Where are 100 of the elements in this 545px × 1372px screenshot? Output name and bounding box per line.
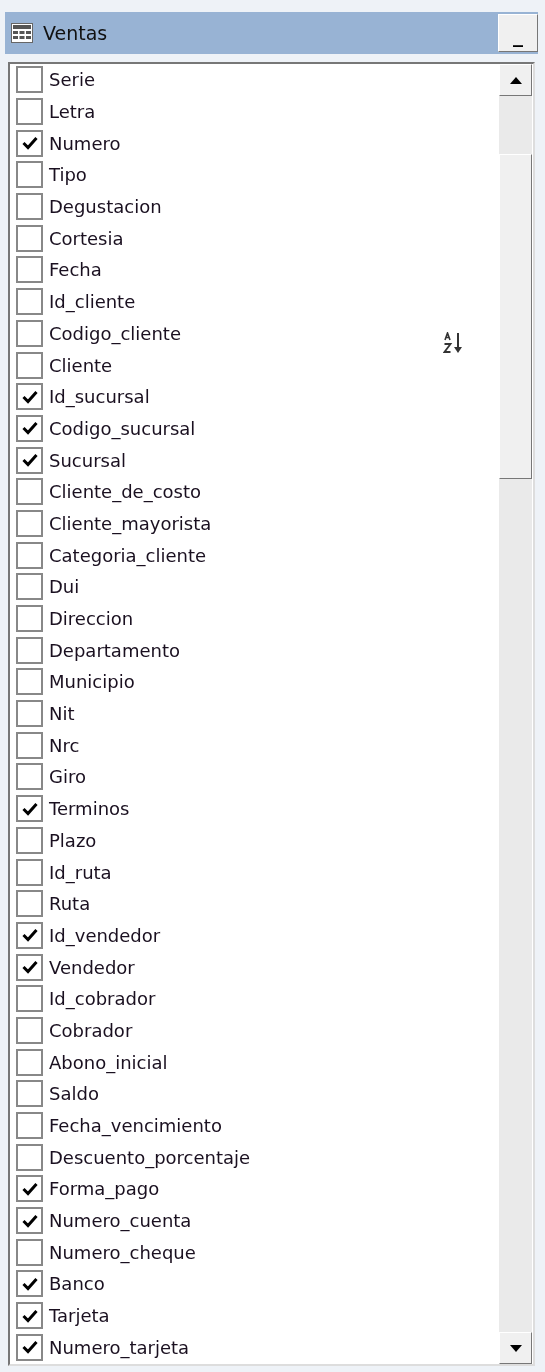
field-label: Numero_tarjeta bbox=[49, 1335, 190, 1361]
checkmark-icon bbox=[21, 136, 38, 151]
field-label: Fecha bbox=[49, 258, 102, 283]
field-label: Dui bbox=[49, 575, 80, 600]
checkbox[interactable] bbox=[16, 921, 43, 949]
checkbox[interactable] bbox=[16, 1333, 43, 1361]
field-label: Vendedor bbox=[49, 955, 135, 980]
scroll-down-button[interactable] bbox=[499, 1332, 532, 1364]
field-label: Tipo bbox=[49, 163, 87, 188]
field-label: Cliente_de_costo bbox=[49, 480, 202, 505]
field-label: Sucursal bbox=[49, 448, 126, 473]
field-label: Categoria_cliente bbox=[49, 543, 207, 569]
checkmark-icon bbox=[21, 421, 38, 436]
field-label: Id_ruta bbox=[49, 860, 112, 886]
checkbox[interactable] bbox=[16, 1080, 43, 1108]
down-arrow-icon bbox=[509, 1344, 522, 1352]
field-label: Id_cliente bbox=[49, 290, 136, 315]
checkmark-icon bbox=[21, 928, 38, 943]
checkbox[interactable] bbox=[16, 953, 43, 981]
checkmark-icon bbox=[21, 1213, 38, 1228]
checkbox[interactable] bbox=[16, 985, 43, 1013]
checkmark-icon bbox=[21, 1308, 38, 1323]
field-label: Nit bbox=[49, 702, 75, 727]
checkbox[interactable] bbox=[16, 826, 43, 854]
field-label: Nrc bbox=[49, 733, 80, 758]
field-label: Cortesia bbox=[49, 226, 124, 251]
minimize-button[interactable]: _ bbox=[498, 14, 538, 52]
checkbox[interactable] bbox=[16, 795, 43, 823]
checkbox[interactable] bbox=[16, 509, 43, 537]
checkmark-icon bbox=[21, 1276, 38, 1291]
checkbox[interactable] bbox=[16, 224, 43, 252]
field-label: Numero_cuenta bbox=[49, 1209, 192, 1234]
checkbox[interactable] bbox=[16, 858, 43, 886]
field-label: Giro bbox=[49, 765, 86, 790]
scrollbar[interactable] bbox=[499, 64, 532, 1364]
checkbox[interactable] bbox=[16, 1016, 43, 1044]
checkbox[interactable] bbox=[16, 414, 43, 442]
checkbox[interactable] bbox=[16, 129, 43, 157]
checkmark-icon bbox=[21, 1340, 38, 1355]
checkbox[interactable] bbox=[16, 446, 43, 474]
field-label: Numero_cheque bbox=[49, 1240, 196, 1266]
checkbox[interactable] bbox=[16, 1238, 43, 1266]
checkbox[interactable] bbox=[16, 1270, 43, 1298]
field-label: Municipio bbox=[49, 670, 135, 695]
checkbox[interactable] bbox=[16, 700, 43, 728]
checkbox[interactable] bbox=[16, 1175, 43, 1203]
field-label: Id_cobrador bbox=[49, 987, 156, 1012]
checkbox[interactable] bbox=[16, 193, 43, 221]
checkbox[interactable] bbox=[16, 351, 43, 379]
checkbox[interactable] bbox=[16, 256, 43, 284]
checkbox[interactable] bbox=[16, 636, 43, 664]
checkbox[interactable] bbox=[16, 605, 43, 633]
field-label: Terminos bbox=[49, 797, 130, 822]
checkbox[interactable] bbox=[16, 1207, 43, 1235]
field-label: Ruta bbox=[49, 892, 91, 917]
field-label: Codigo_sucursal bbox=[49, 416, 196, 442]
checkbox[interactable] bbox=[16, 1302, 43, 1330]
field-label: Fecha_vencimiento bbox=[49, 1114, 222, 1139]
checkbox[interactable] bbox=[16, 1048, 43, 1076]
field-label: Direccion bbox=[49, 607, 134, 632]
checkbox[interactable] bbox=[16, 288, 43, 316]
field-label: Degustacion bbox=[49, 195, 162, 220]
field-label: Numero bbox=[49, 131, 121, 156]
scrollbar-thumb[interactable] bbox=[499, 154, 532, 479]
checkbox[interactable] bbox=[16, 98, 43, 126]
window-title: Ventas bbox=[43, 20, 109, 46]
checkmark-icon bbox=[21, 389, 38, 404]
field-label: Id_sucursal bbox=[49, 385, 150, 410]
scroll-up-button[interactable] bbox=[499, 64, 532, 96]
checkbox[interactable] bbox=[16, 541, 43, 569]
table-icon bbox=[11, 23, 33, 43]
checkbox[interactable] bbox=[16, 383, 43, 411]
field-label: Codigo_cliente bbox=[49, 321, 181, 347]
checkbox[interactable] bbox=[16, 66, 43, 94]
checkbox[interactable] bbox=[16, 478, 43, 506]
checkbox[interactable] bbox=[16, 763, 43, 791]
field-label: Banco bbox=[49, 1272, 105, 1297]
checkmark-icon bbox=[21, 453, 38, 468]
checkbox[interactable] bbox=[16, 319, 43, 347]
checkbox[interactable] bbox=[16, 731, 43, 759]
field-label: Tarjeta bbox=[49, 1304, 110, 1329]
field-label: Cliente bbox=[49, 353, 113, 378]
checkbox[interactable] bbox=[16, 890, 43, 918]
sort-az-icon bbox=[443, 332, 465, 354]
field-label: Abono_inicial bbox=[49, 1050, 168, 1076]
checkbox[interactable] bbox=[16, 1112, 43, 1140]
field-label: Departamento bbox=[49, 638, 180, 663]
checkmark-icon bbox=[21, 960, 38, 975]
up-arrow-icon bbox=[509, 76, 522, 84]
field-label: Plazo bbox=[49, 828, 97, 853]
checkbox[interactable] bbox=[16, 161, 43, 189]
field-label: Cliente_mayorista bbox=[49, 511, 212, 537]
checkbox[interactable] bbox=[16, 573, 43, 601]
checkbox[interactable] bbox=[16, 668, 43, 696]
field-label: Saldo bbox=[49, 1082, 99, 1107]
field-label: Descuento_porcentaje bbox=[49, 1145, 251, 1171]
field-label: Id_vendedor bbox=[49, 923, 161, 949]
checkbox[interactable] bbox=[16, 1143, 43, 1171]
field-label: Serie bbox=[49, 68, 95, 93]
checkmark-icon bbox=[21, 801, 38, 816]
